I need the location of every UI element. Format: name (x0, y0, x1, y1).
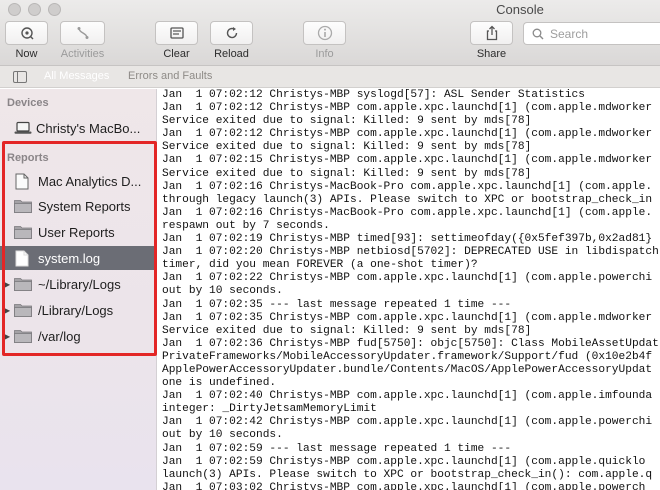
reload-icon (226, 27, 237, 39)
now-label: Now (15, 48, 38, 60)
filter-bar: All Messages Errors and Faults (0, 66, 660, 88)
zoom-window-button[interactable] (48, 3, 61, 16)
log-line: Jan 1 07:02:19 Christys-MBP timed[93]: s… (162, 233, 653, 246)
highlight-annotation-box (2, 141, 157, 356)
log-line: Service exited due to signal: Killed: 9 … (162, 115, 532, 128)
toolbar: Console Now Activities Clear Reload Info… (0, 0, 660, 66)
log-line: ApplePowerAccessoryUpdater.bundle/Conten… (162, 363, 653, 376)
now-button[interactable] (5, 21, 48, 45)
log-line: Jan 1 07:02:20 Christys-MBP netbiosd[570… (162, 246, 659, 259)
log-line: Jan 1 07:02:22 Christys-MBP com.apple.xp… (162, 272, 653, 285)
clear-button[interactable] (155, 21, 198, 45)
log-line: Jan 1 07:02:59 Christys-MBP com.apple.xp… (162, 455, 646, 468)
share-button[interactable] (470, 21, 513, 45)
log-line: Service exited due to signal: Killed: 9 … (162, 141, 532, 154)
filter-all-messages[interactable]: All Messages (44, 70, 109, 82)
share-label: Share (476, 48, 507, 60)
log-line: Jan 1 07:02:12 Christys-MBP com.apple.xp… (162, 128, 653, 141)
window-title: Console (496, 2, 544, 17)
log-line: Jan 1 07:02:59 --- last message repeated… (162, 442, 512, 455)
log-line: Jan 1 07:02:12 Christys-MBP syslogd[57]:… (162, 89, 585, 101)
activities-button[interactable] (60, 21, 105, 45)
log-line: out by 10 seconds. (162, 429, 283, 442)
log-line: launch(3) APIs. Please switch to XPC or … (162, 468, 653, 481)
log-line: PrivateFrameworks/MobileAccessoryUpdater… (162, 350, 653, 363)
clear-label: Clear (163, 48, 190, 60)
log-line: Jan 1 07:02:40 Christys-MBP com.apple.xp… (162, 390, 653, 403)
info-icon (317, 25, 332, 41)
log-line: Jan 1 07:02:35 Christys-MBP com.apple.xp… (162, 311, 653, 324)
log-line: one is undefined. (162, 377, 277, 390)
log-line: Jan 1 07:02:16 Christys-MacBook-Pro com.… (162, 180, 653, 193)
devices-header: Devices (7, 97, 49, 109)
log-line: Jan 1 07:03:02 Christys-MBP com.apple.xp… (162, 481, 646, 490)
log-line: Jan 1 07:02:36 Christys-MBP fud[5750]: o… (162, 337, 659, 350)
log-line: Service exited due to signal: Killed: 9 … (162, 167, 532, 180)
search-field[interactable]: Search (523, 22, 660, 45)
sidebar-item-label: Christy's MacBo... (36, 120, 141, 136)
search-icon (532, 28, 544, 39)
sidebar-toggle-icon[interactable] (13, 71, 27, 83)
log-view[interactable]: Jan 1 07:02:12 Christys-MBP syslogd[57]:… (158, 89, 660, 490)
reload-label: Reload (214, 48, 249, 60)
share-icon (486, 25, 497, 41)
activities-icon (77, 27, 88, 39)
sidebar-item-device[interactable]: Christy's MacBo... (0, 116, 157, 140)
log-line: Jan 1 07:02:35 --- last message repeated… (162, 298, 512, 311)
log-line: Jan 1 07:02:15 Christys-MBP com.apple.xp… (162, 154, 653, 167)
info-button[interactable] (303, 21, 346, 45)
close-window-button[interactable] (8, 3, 21, 16)
log-line: Service exited due to signal: Killed: 9 … (162, 324, 532, 337)
log-line: integer: _DirtyJetsamMemoryLimit (162, 403, 377, 416)
log-line: respawn out by 7 seconds. (162, 219, 330, 232)
activities-label: Activities (60, 48, 105, 60)
log-line: Jan 1 07:02:42 Christys-MBP com.apple.xp… (162, 416, 653, 429)
crosshair-icon (20, 27, 33, 40)
log-line: out by 10 seconds. (162, 285, 283, 298)
filter-errors-faults[interactable]: Errors and Faults (128, 70, 212, 82)
log-line: timer, did you mean FOREVER (a one-shot … (162, 259, 478, 272)
log-line: Jan 1 07:02:16 Christys-MacBook-Pro com.… (162, 206, 653, 219)
reload-button[interactable] (210, 21, 253, 45)
clear-icon (169, 27, 184, 39)
log-line: through legacy launch(3) APIs. Please sw… (162, 193, 653, 206)
search-placeholder: Search (550, 26, 589, 41)
minimize-window-button[interactable] (28, 3, 41, 16)
info-label: Info (315, 48, 334, 60)
log-line: Jan 1 07:02:12 Christys-MBP com.apple.xp… (162, 102, 653, 115)
laptop-icon (14, 121, 32, 134)
